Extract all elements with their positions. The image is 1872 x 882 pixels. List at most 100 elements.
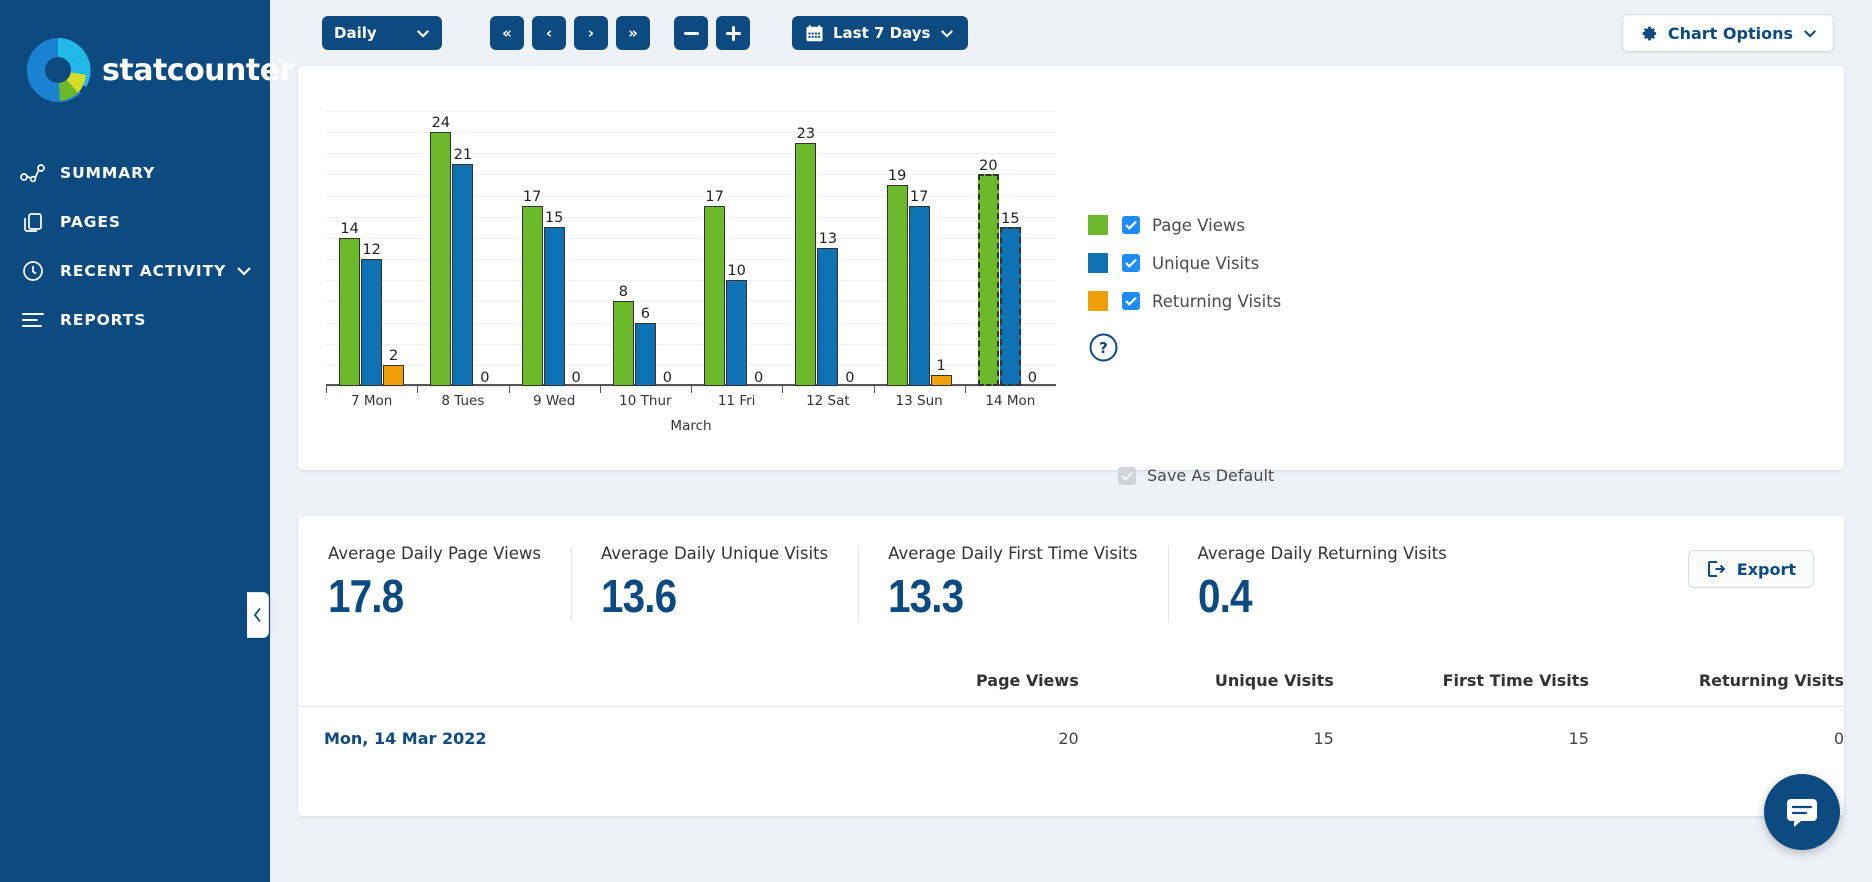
minus-icon (684, 32, 699, 35)
chart-bar-rv[interactable]: 0 (748, 385, 769, 386)
chart-bar-rv[interactable]: 0 (657, 385, 678, 386)
save-as-default-label: Save As Default (1147, 466, 1274, 485)
chart-bar-value-label: 21 (454, 147, 472, 163)
chart-bar-value-label: 24 (432, 115, 450, 131)
chart-bar-group: 14122 (326, 111, 417, 386)
legend-checkbox-page-views[interactable] (1122, 216, 1140, 234)
period-first-button[interactable]: « (490, 16, 524, 50)
summary-stat-value: 13.3 (888, 569, 1107, 623)
chart-bar-rv[interactable]: 0 (839, 385, 860, 386)
legend-item-unique-visits[interactable]: Unique Visits (1088, 244, 1281, 282)
legend-item-page-views[interactable]: Page Views (1088, 206, 1281, 244)
chart-x-tick-label: 13 Sun (874, 393, 965, 409)
chart-bar-uv[interactable]: 13 (817, 248, 838, 386)
table-header-unique-visits[interactable]: Unique Visits (1079, 665, 1334, 707)
zoom-out-button[interactable] (674, 16, 708, 50)
chart-x-tick (965, 386, 966, 393)
table-cell-page-views: 20 (824, 707, 1079, 771)
sidebar-item-label: REPORTS (60, 311, 146, 329)
legend-label: Unique Visits (1152, 254, 1259, 273)
sidebar-item-pages[interactable]: PAGES (0, 197, 270, 246)
chart-bar-uv[interactable]: 21 (452, 164, 473, 386)
period-prev-button[interactable]: ‹ (532, 16, 566, 50)
granularity-select[interactable]: Daily (322, 16, 442, 50)
chart-bar-uv[interactable]: 15 (544, 227, 565, 386)
table-header-returning-visits[interactable]: Returning Visits (1589, 665, 1844, 707)
summary-stat: Average Daily Returning Visits0.4 (1168, 544, 1477, 623)
chart-x-tick (691, 386, 692, 393)
chart-bar-group: 860 (600, 111, 691, 386)
chart-bar-value-label: 0 (845, 370, 854, 386)
save-as-default-row[interactable]: Save As Default (1118, 466, 1274, 485)
table-header-first-time-visits[interactable]: First Time Visits (1334, 665, 1589, 707)
legend-checkbox-unique-visits[interactable] (1122, 254, 1140, 272)
summary-stats: Average Daily Page Views17.8 Average Dail… (298, 516, 1844, 623)
chart-bar-pv[interactable]: 8 (613, 301, 634, 386)
chart-bar-value-label: 6 (641, 306, 650, 322)
zoom-in-button[interactable] (716, 16, 750, 50)
date-range-select[interactable]: Last 7 Days (792, 16, 968, 50)
chart-bar-group: 23130 (782, 111, 873, 386)
table-header-page-views[interactable]: Page Views (824, 665, 1079, 707)
chart-x-tick (417, 386, 418, 393)
chart-x-tick (782, 386, 783, 393)
chart-bar-rv[interactable]: 2 (383, 365, 404, 386)
sidebar-item-summary[interactable]: SUMMARY (0, 148, 270, 197)
brand-logo[interactable]: statcounter (0, 0, 270, 110)
chart-bar-value-label: 1 (937, 358, 946, 374)
summary-stat: Average Daily Page Views17.8 (298, 544, 571, 623)
period-last-button[interactable]: » (616, 16, 650, 50)
export-button[interactable]: Export (1688, 550, 1814, 588)
export-arrow-icon (1706, 559, 1726, 579)
sidebar-collapse-button[interactable] (247, 592, 269, 638)
chart-bar-rv[interactable]: 1 (931, 375, 952, 386)
chart-bar-pv[interactable]: 24 (430, 132, 451, 386)
chart-bar-pv[interactable]: 14 (339, 238, 360, 386)
chart-bar-value-label: 0 (663, 370, 672, 386)
chart-bar-value-label: 17 (705, 189, 723, 205)
legend-item-returning-visits[interactable]: Returning Visits (1088, 282, 1281, 320)
chart-bar-uv[interactable]: 12 (361, 259, 382, 386)
chart-bar-pv[interactable]: 23 (795, 143, 816, 386)
chat-bubble-icon (1784, 794, 1820, 830)
table-cell-unique-visits: 15 (1079, 707, 1334, 771)
chart-bar-rv[interactable]: 0 (1022, 385, 1043, 386)
summary-stat-label: Average Daily First Time Visits (888, 544, 1137, 563)
chart-bar-uv[interactable]: 15 (1000, 227, 1021, 386)
sidebar-item-reports[interactable]: REPORTS (0, 295, 270, 344)
chart-bar-value-label: 14 (340, 221, 358, 237)
chart-bar-rv[interactable]: 0 (474, 385, 495, 386)
chart-bar-groups: 14122242101715086017100231301917120150 (326, 111, 1056, 386)
table-header-date[interactable] (298, 665, 824, 707)
legend-checkbox-returning-visits[interactable] (1122, 292, 1140, 310)
table-row[interactable]: Mon, 14 Mar 20222015150 (298, 707, 1844, 771)
help-icon[interactable]: ? (1088, 332, 1281, 367)
chart-bar-pv[interactable]: 19 (887, 185, 908, 386)
pages-copy-icon (16, 208, 50, 236)
chat-support-button[interactable] (1764, 774, 1840, 850)
chart-bar-uv[interactable]: 10 (726, 280, 747, 386)
chart-bar-rv[interactable]: 0 (566, 385, 587, 386)
chart-card: 14122242101715086017100231301917120150 7… (298, 66, 1844, 470)
chart-bar-pv[interactable]: 17 (522, 206, 543, 386)
summary-stat: Average Daily First Time Visits 13.3 (858, 544, 1167, 623)
sidebar-item-recent-activity[interactable]: RECENT ACTIVITY (0, 246, 270, 295)
summary-stat-label: Average Daily Returning Visits (1198, 544, 1447, 563)
chart-bar-uv[interactable]: 6 (635, 323, 656, 386)
summary-stat-value: 13.6 (601, 569, 801, 623)
chart-bar-value-label: 10 (727, 263, 745, 279)
chart-bar-value-label: 13 (819, 231, 837, 247)
chart-options-button[interactable]: Chart Options (1622, 14, 1834, 52)
check-icon (1125, 258, 1137, 268)
chart-bar-pv[interactable]: 17 (704, 206, 725, 386)
chart-options-label: Chart Options (1668, 24, 1793, 43)
chart-bar-uv[interactable]: 17 (909, 206, 930, 386)
sidebar-item-label: PAGES (60, 213, 121, 231)
chevron-down-icon[interactable] (236, 266, 252, 276)
table-cell-date[interactable]: Mon, 14 Mar 2022 (298, 707, 824, 771)
chart-toolbar: Daily « ‹ › » (298, 0, 1844, 66)
period-next-button[interactable]: › (574, 16, 608, 50)
chart-x-tick (874, 386, 875, 393)
check-icon (1125, 220, 1137, 230)
chart-bar-pv[interactable]: 20 (978, 174, 999, 386)
